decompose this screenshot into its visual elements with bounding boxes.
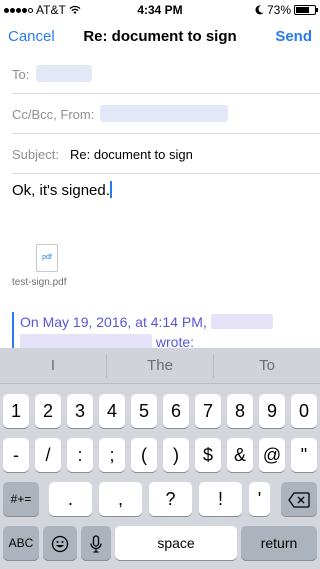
from-address-redacted[interactable] (100, 105, 228, 122)
dictation-key[interactable] (81, 526, 111, 560)
key-6[interactable]: 6 (163, 394, 189, 428)
key-semicolon[interactable]: ; (99, 438, 125, 472)
to-field[interactable]: To: (12, 54, 320, 94)
moon-icon (255, 5, 264, 15)
nav-bar: Cancel Re: document to sign Send (0, 20, 320, 54)
key-colon[interactable]: : (67, 438, 93, 472)
key-close-paren[interactable]: ) (163, 438, 189, 472)
ccbcc-from-label: Cc/Bcc, From: (12, 107, 95, 122)
emoji-key[interactable] (43, 526, 77, 560)
key-ampersand[interactable]: & (227, 438, 253, 472)
key-dollar[interactable]: $ (195, 438, 221, 472)
pdf-file-icon[interactable]: pdf (36, 244, 58, 272)
quoted-message: On May 19, 2016, at 4:14 PM, wrote: (12, 312, 273, 352)
message-text: Ok, it's signed. (12, 182, 110, 199)
key-5[interactable]: 5 (131, 394, 157, 428)
key-apostrophe[interactable]: ' (249, 482, 270, 516)
quote-email-redacted (20, 334, 152, 349)
key-2[interactable]: 2 (35, 394, 61, 428)
attachment[interactable]: pdf test-sign.pdf (12, 244, 92, 288)
return-key[interactable]: return (241, 526, 317, 560)
keyboard: I The To 1 2 3 4 5 6 7 8 9 0 - / : ; ( )… (0, 348, 320, 569)
microphone-icon (90, 535, 102, 553)
subject-label: Subject: (12, 147, 59, 162)
key-0[interactable]: 0 (291, 394, 317, 428)
to-recipient-redacted[interactable] (36, 65, 92, 82)
battery-percent: 73% (266, 3, 291, 17)
key-9[interactable]: 9 (259, 394, 285, 428)
battery-icon (294, 5, 318, 15)
subject-value[interactable]: Re: document to sign (70, 147, 193, 162)
key-comma[interactable]: , (99, 482, 142, 516)
ccbcc-from-field[interactable]: Cc/Bcc, From: (12, 94, 320, 134)
key-1[interactable]: 1 (3, 394, 29, 428)
attachment-filename: test-sign.pdf (12, 277, 67, 288)
battery-group: 73% (255, 3, 318, 17)
key-open-paren[interactable]: ( (131, 438, 157, 472)
key-slash[interactable]: / (35, 438, 61, 472)
quote-sender-redacted (210, 314, 273, 329)
prediction-2[interactable]: The (107, 348, 213, 384)
key-at[interactable]: @ (259, 438, 285, 472)
predictive-bar: I The To (0, 348, 320, 384)
abc-key[interactable]: ABC (3, 526, 39, 560)
symbols-key[interactable]: #+= (3, 482, 39, 516)
key-7[interactable]: 7 (195, 394, 221, 428)
message-body[interactable]: Ok, it's signed. (12, 181, 112, 199)
compose-title: Re: document to sign (83, 28, 237, 45)
status-bar: AT&T 4:34 PM 73% (0, 0, 320, 20)
key-hyphen[interactable]: - (3, 438, 29, 472)
quote-header: On May 19, 2016, at 4:14 PM, (20, 312, 273, 332)
key-question[interactable]: ? (149, 482, 192, 516)
subject-field[interactable]: Subject: Re: document to sign (12, 134, 320, 174)
prediction-1[interactable]: I (0, 348, 106, 384)
key-period[interactable]: . (49, 482, 92, 516)
backspace-icon (288, 492, 310, 508)
to-label: To: (12, 67, 30, 82)
emoji-icon (51, 536, 69, 553)
space-key[interactable]: space (115, 526, 237, 560)
prediction-3[interactable]: To (214, 348, 320, 384)
key-3[interactable]: 3 (67, 394, 93, 428)
key-quote[interactable]: " (291, 438, 317, 472)
key-4[interactable]: 4 (99, 394, 125, 428)
text-cursor (109, 181, 112, 198)
delete-key[interactable] (281, 482, 317, 516)
send-button[interactable]: Send (275, 28, 312, 45)
key-8[interactable]: 8 (227, 394, 253, 428)
key-exclamation[interactable]: ! (199, 482, 242, 516)
quote-date: On May 19, 2016, at 4:14 PM, (20, 314, 207, 330)
